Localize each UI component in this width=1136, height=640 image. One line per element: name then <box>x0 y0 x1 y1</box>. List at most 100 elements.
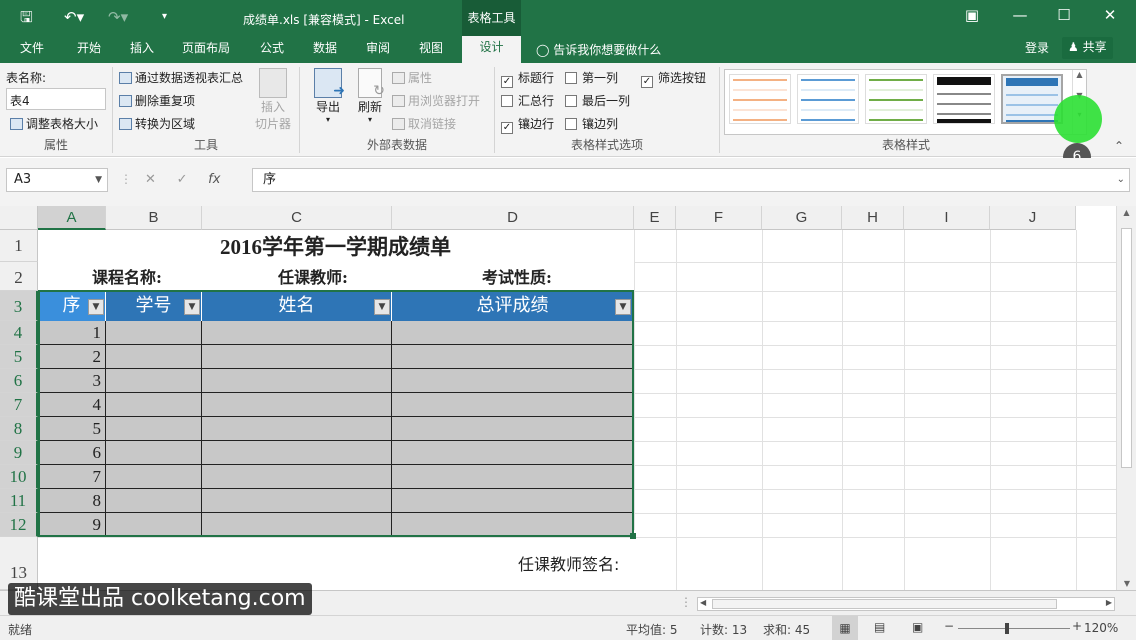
table-header-student-id[interactable]: 学号 ▼ <box>106 291 202 321</box>
normal-view-icon[interactable]: ▦ <box>832 616 858 640</box>
style-swatch-green[interactable] <box>865 74 927 124</box>
seq-cell[interactable]: 5 <box>38 417 106 441</box>
column-header-g[interactable]: G <box>762 206 842 230</box>
score-cell[interactable] <box>392 465 633 489</box>
seq-cell[interactable]: 3 <box>38 369 106 393</box>
table-name-input[interactable]: 表4 <box>6 88 106 110</box>
vertical-scroll-thumb[interactable] <box>1121 228 1132 468</box>
header-row-checkbox[interactable]: ✓ 标题行 <box>501 69 554 88</box>
name-cell[interactable] <box>202 369 392 393</box>
student-id-cell[interactable] <box>106 417 202 441</box>
score-cell[interactable] <box>392 369 633 393</box>
refresh-button[interactable]: ↻ 刷新 ▾ <box>350 68 390 124</box>
insert-slicer-button[interactable]: 插入 切片器 <box>255 68 291 132</box>
name-cell[interactable] <box>202 345 392 369</box>
open-in-browser-button[interactable]: 用浏览器打开 <box>392 92 480 109</box>
zoom-in-icon[interactable]: + <box>1072 619 1082 633</box>
name-cell[interactable] <box>202 465 392 489</box>
save-icon[interactable]: 🖫 <box>20 8 33 26</box>
student-id-cell[interactable] <box>106 465 202 489</box>
column-header-a[interactable]: A <box>38 206 106 230</box>
filter-dropdown-icon[interactable]: ▼ <box>374 299 390 315</box>
student-id-cell[interactable] <box>106 513 202 537</box>
properties-button[interactable]: 属性 <box>392 69 432 86</box>
seq-cell[interactable]: 4 <box>38 393 106 417</box>
tab-review[interactable]: 审阅 <box>366 41 390 63</box>
seq-cell[interactable]: 1 <box>38 321 106 345</box>
row-header-11[interactable]: 11 <box>0 489 38 513</box>
row-header-6[interactable]: 6 <box>0 369 38 393</box>
student-id-cell[interactable] <box>106 441 202 465</box>
student-id-cell[interactable] <box>106 345 202 369</box>
student-id-cell[interactable] <box>106 369 202 393</box>
banded-rows-checkbox[interactable]: ✓ 镶边行 <box>501 115 554 134</box>
export-button[interactable]: ➜ 导出 ▾ <box>308 68 348 124</box>
name-box[interactable]: A3 ▼ <box>6 168 108 192</box>
column-header-j[interactable]: J <box>990 206 1076 230</box>
row-header-3[interactable]: 3 <box>0 291 38 321</box>
horizontal-scroll-thumb[interactable] <box>712 599 1057 609</box>
column-header-h[interactable]: H <box>842 206 904 230</box>
name-cell[interactable] <box>202 489 392 513</box>
chevron-down-icon[interactable]: ▼ <box>95 169 102 191</box>
column-header-e[interactable]: E <box>634 206 676 230</box>
scroll-up-icon[interactable]: ▲ <box>1117 206 1136 217</box>
redo-icon[interactable]: ↷▾ <box>108 8 128 26</box>
filter-dropdown-icon[interactable]: ▼ <box>615 299 631 315</box>
maximize-icon[interactable]: ☐ <box>1052 6 1076 24</box>
filter-dropdown-icon[interactable]: ▼ <box>184 299 200 315</box>
scroll-down-icon[interactable]: ▼ <box>1117 579 1136 588</box>
row-header-8[interactable]: 8 <box>0 417 38 441</box>
filter-button-checkbox[interactable]: ✓ 筛选按钮 <box>641 69 706 88</box>
undo-icon[interactable]: ↶▾ <box>64 8 84 26</box>
fill-handle[interactable] <box>630 533 636 539</box>
row-header-2[interactable]: 2 <box>0 262 38 291</box>
row-header-12[interactable]: 12 <box>0 513 38 537</box>
scroll-left-icon[interactable]: ◀ <box>700 598 706 607</box>
tab-design[interactable]: 设计 <box>462 36 521 63</box>
name-cell[interactable] <box>202 441 392 465</box>
score-cell[interactable] <box>392 321 633 345</box>
login-link[interactable]: 登录 <box>1025 41 1049 63</box>
column-header-d[interactable]: D <box>392 206 634 230</box>
tab-page-layout[interactable]: 页面布局 <box>182 41 230 63</box>
row-header-5[interactable]: 5 <box>0 345 38 369</box>
score-cell[interactable] <box>392 393 633 417</box>
name-cell[interactable] <box>202 513 392 537</box>
row-header-4[interactable]: 4 <box>0 321 38 345</box>
minimize-icon[interactable]: — <box>1008 6 1032 24</box>
name-cell[interactable] <box>202 393 392 417</box>
confirm-icon[interactable]: ✓ <box>177 172 188 187</box>
column-header-c[interactable]: C <box>202 206 392 230</box>
banded-columns-checkbox[interactable]: 镶边列 <box>565 115 618 132</box>
tab-insert[interactable]: 插入 <box>130 41 154 63</box>
seq-cell[interactable]: 8 <box>38 489 106 513</box>
table-header-name[interactable]: 姓名 ▼ <box>202 291 392 321</box>
remove-duplicates-button[interactable]: 删除重复项 <box>119 92 195 109</box>
insert-function-icon[interactable]: fx <box>208 172 220 187</box>
row-header-9[interactable]: 9 <box>0 441 38 465</box>
row-header-7[interactable]: 7 <box>0 393 38 417</box>
tab-view[interactable]: 视图 <box>419 41 443 63</box>
row-header-1[interactable]: 1 <box>0 230 38 262</box>
collapse-ribbon-icon[interactable]: ⌃ <box>1114 139 1124 153</box>
tab-file[interactable]: 文件 <box>20 41 44 63</box>
column-header-b[interactable]: B <box>106 206 202 230</box>
score-cell[interactable] <box>392 345 633 369</box>
tab-data[interactable]: 数据 <box>313 41 337 63</box>
page-break-view-icon[interactable]: ▣ <box>912 620 923 634</box>
tell-me-search[interactable]: ◯ 告诉我你想要做什么 <box>536 41 661 58</box>
column-header-i[interactable]: I <box>904 206 990 230</box>
seq-cell[interactable]: 6 <box>38 441 106 465</box>
zoom-slider-thumb[interactable] <box>1005 623 1009 634</box>
style-swatch-blue-light[interactable] <box>797 74 859 124</box>
resize-table-button[interactable]: 调整表格大小 <box>10 115 98 132</box>
score-cell[interactable] <box>392 441 633 465</box>
page-layout-view-icon[interactable]: ▤ <box>874 620 885 634</box>
pivot-summary-button[interactable]: 通过数据透视表汇总 <box>119 69 243 86</box>
vertical-scrollbar[interactable]: ▲ ▼ <box>1116 206 1136 590</box>
total-row-checkbox[interactable]: 汇总行 <box>501 92 554 109</box>
score-cell[interactable] <box>392 417 633 441</box>
select-all-corner[interactable] <box>0 206 38 230</box>
customize-qat-icon[interactable]: ▾ <box>162 8 167 26</box>
